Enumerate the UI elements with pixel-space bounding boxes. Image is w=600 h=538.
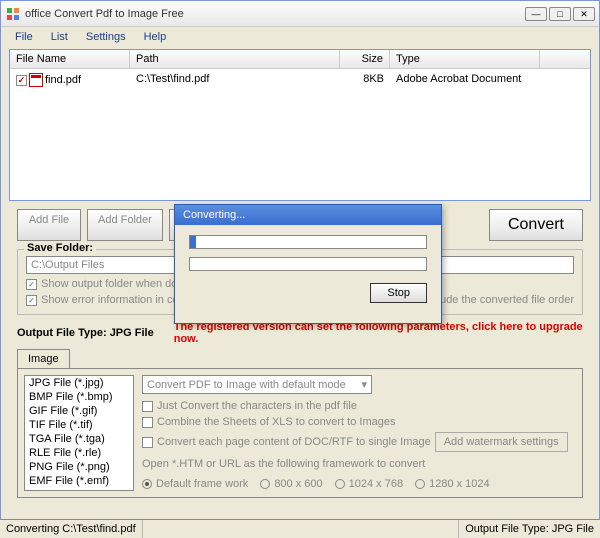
output-type-label: Output File Type: (17, 327, 107, 339)
checkbox-icon (142, 417, 153, 428)
radio-1024[interactable]: 1024 x 768 (335, 478, 403, 490)
menu-settings[interactable]: Settings (78, 29, 134, 45)
dialog-body: Stop (175, 225, 441, 289)
format-item[interactable]: PNG File (*.png) (25, 460, 133, 474)
progress-fill (190, 236, 196, 248)
format-item[interactable]: WMF File (*.wmf) (25, 488, 133, 491)
format-item[interactable]: EMF File (*.emf) (25, 474, 133, 488)
file-list-header: File Name Path Size Type (10, 50, 590, 69)
checkbox-icon: ✓ (26, 295, 37, 306)
maximize-button[interactable]: □ (549, 7, 571, 21)
menubar: File List Settings Help (1, 27, 599, 47)
each-page-check[interactable]: Convert each page content of DOC/RTF to … (142, 432, 576, 452)
radio-1280[interactable]: 1280 x 1024 (415, 478, 490, 490)
cell-path: C:\Test\find.pdf (130, 71, 340, 89)
status-left: Converting C:\Test\find.pdf (0, 520, 143, 538)
titlebar: office Convert Pdf to Image Free — □ ✕ (1, 1, 599, 27)
statusbar: Converting C:\Test\find.pdf Output File … (0, 519, 600, 538)
radio-icon (415, 479, 425, 489)
status-right: Output File Type: JPG File (458, 520, 600, 538)
menu-list[interactable]: List (43, 29, 76, 45)
format-item[interactable]: BMP File (*.bmp) (25, 390, 133, 404)
convert-button[interactable]: Convert (489, 209, 583, 241)
progress-bar-1 (189, 235, 427, 249)
show-output-label: Show output folder when done (41, 278, 190, 290)
watermark-button[interactable]: Add watermark settings (435, 432, 568, 452)
checkbox-icon (142, 401, 153, 412)
include-order-label: Include the converted file order (423, 294, 574, 306)
col-type[interactable]: Type (390, 50, 540, 68)
check-icon[interactable]: ✓ (16, 75, 27, 86)
format-item[interactable]: TIF File (*.tif) (25, 418, 133, 432)
window-title: office Convert Pdf to Image Free (25, 8, 525, 20)
options-pane: Convert PDF to Image with default mode ▾… (142, 375, 576, 491)
window-controls: — □ ✕ (525, 7, 595, 21)
checkbox-icon: ✓ (26, 279, 37, 290)
format-list[interactable]: JPG File (*.jpg) BMP File (*.bmp) GIF Fi… (24, 375, 134, 491)
radio-icon (142, 479, 152, 489)
app-icon (5, 6, 21, 22)
progress-bar-2 (189, 257, 427, 271)
col-size[interactable]: Size (340, 50, 390, 68)
format-item[interactable]: JPG File (*.jpg) (25, 376, 133, 390)
radio-icon (335, 479, 345, 489)
file-row[interactable]: ✓ find.pdf C:\Test\find.pdf 8KB Adobe Ac… (10, 69, 590, 91)
mode-combo[interactable]: Convert PDF to Image with default mode ▾ (142, 375, 372, 394)
format-item[interactable]: RLE File (*.rle) (25, 446, 133, 460)
col-filename[interactable]: File Name (10, 50, 130, 68)
add-file-button[interactable]: Add File (17, 209, 81, 241)
combo-value: Convert PDF to Image with default mode (147, 379, 346, 391)
framework-label: Open *.HTM or URL as the following frame… (142, 458, 576, 470)
combine-xls-check[interactable]: Combine the Sheets of XLS to convert to … (142, 416, 576, 428)
menu-help[interactable]: Help (136, 29, 175, 45)
cell-name: ✓ find.pdf (10, 71, 130, 89)
just-chars-check[interactable]: Just Convert the characters in the pdf f… (142, 400, 576, 412)
upgrade-link[interactable]: The registered version can set the follo… (174, 321, 583, 345)
dropdown-icon: ▾ (361, 378, 367, 391)
format-item[interactable]: GIF File (*.gif) (25, 404, 133, 418)
tab-image[interactable]: Image (17, 349, 70, 368)
cell-size: 8KB (340, 71, 390, 89)
dialog-title: Converting... (175, 205, 441, 225)
tab-content: JPG File (*.jpg) BMP File (*.bmp) GIF Fi… (17, 368, 583, 498)
close-button[interactable]: ✕ (573, 7, 595, 21)
menu-file[interactable]: File (7, 29, 41, 45)
save-folder-title: Save Folder: (24, 242, 96, 254)
file-name: find.pdf (45, 74, 81, 86)
converting-dialog: Converting... Stop (174, 204, 442, 324)
minimize-button[interactable]: — (525, 7, 547, 21)
output-type-value: JPG File (110, 327, 154, 339)
radio-800[interactable]: 800 x 600 (260, 478, 322, 490)
file-list[interactable]: File Name Path Size Type ✓ find.pdf C:\T… (9, 49, 591, 201)
cell-type: Adobe Acrobat Document (390, 71, 540, 89)
col-path[interactable]: Path (130, 50, 340, 68)
checkbox-icon (142, 437, 153, 448)
format-item[interactable]: TGA File (*.tga) (25, 432, 133, 446)
add-folder-button[interactable]: Add Folder (87, 209, 163, 241)
radio-row: Default frame work 800 x 600 1024 x 768 … (142, 474, 576, 490)
radio-icon (260, 479, 270, 489)
pdf-icon (29, 73, 43, 87)
radio-default[interactable]: Default frame work (142, 478, 248, 490)
stop-button[interactable]: Stop (370, 283, 427, 303)
tabs: Image JPG File (*.jpg) BMP File (*.bmp) … (17, 349, 583, 498)
